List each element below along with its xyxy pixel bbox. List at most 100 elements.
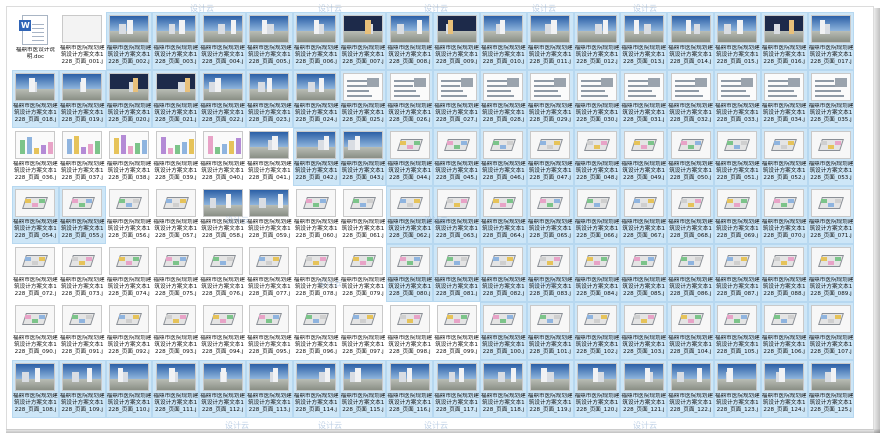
- file-item-jpg[interactable]: 福鼎市医院规划建筑设计方案文本1228_页面_053.jpg: [807, 128, 855, 186]
- file-item-jpg[interactable]: 福鼎市医院规划建筑设计方案文本1228_页面_106.jpg: [760, 302, 808, 360]
- file-item-jpg[interactable]: 福鼎市医院规划建筑设计方案文本1228_页面_061.jpg: [341, 187, 386, 243]
- file-item-jpg[interactable]: 福鼎市医院规划建筑设计方案文本1228_页面_085.jpg: [620, 244, 668, 302]
- file-item-jpg[interactable]: 福鼎市医院规划建筑设计方案文本1228_页面_026.jpg: [386, 70, 434, 128]
- file-item-jpg[interactable]: 福鼎市医院规划建筑设计方案文本1228_页面_094.jpg: [200, 303, 245, 359]
- file-item-jpg[interactable]: 福鼎市医院规划建筑设计方案文本1228_页面_048.jpg: [573, 128, 621, 186]
- file-item-jpg[interactable]: 福鼎市医院规划建筑设计方案文本1228_页面_008.jpg: [386, 12, 434, 70]
- file-item-jpg[interactable]: 福鼎市医院规划建筑设计方案文本1228_页面_054.jpg: [12, 186, 59, 244]
- file-item-jpg[interactable]: 福鼎市医院规划建筑设计方案文本1228_页面_084.jpg: [573, 244, 621, 302]
- file-item-jpg[interactable]: 福鼎市医院规划建筑设计方案文本1228_页面_055.jpg: [58, 186, 106, 244]
- file-item-jpg[interactable]: 福鼎市医院规划建筑设计方案文本1228_页面_007.jpg: [339, 12, 387, 70]
- file-item-jpg[interactable]: 福鼎市医院规划建筑设计方案文本1228_页面_105.jpg: [713, 302, 761, 360]
- file-item-jpg[interactable]: 福鼎市医院规划建筑设计方案文本1228_页面_120.jpg: [573, 360, 621, 418]
- file-item-jpg[interactable]: 福鼎市医院规划建筑设计方案文本1228_页面_112.jpg: [199, 360, 246, 418]
- file-item-jpg[interactable]: 福鼎市医院规划建筑设计方案文本1228_页面_103.jpg: [620, 302, 668, 360]
- file-item-jpg[interactable]: 福鼎市医院规划建筑设计方案文本1228_页面_040.jpg: [200, 129, 245, 185]
- file-item-jpg[interactable]: 福鼎市医院规划建筑设计方案文本1228_页面_114.jpg: [292, 360, 340, 418]
- file-item-jpg[interactable]: 福鼎市医院规划建筑设计方案文本1228_页面_083.jpg: [526, 244, 574, 302]
- file-item-jpg[interactable]: 福鼎市医院规划建筑设计方案文本1228_页面_122.jpg: [667, 360, 714, 418]
- file-item-jpg[interactable]: 福鼎市医院规划建筑设计方案文本1228_页面_107.jpg: [807, 302, 855, 360]
- file-item-jpg[interactable]: 福鼎市医院规划建筑设计方案文本1228_页面_031.jpg: [620, 70, 668, 128]
- file-item-doc[interactable]: W 福鼎市医设计说明.doc: [13, 13, 58, 69]
- file-item-jpg[interactable]: 福鼎市医院规划建筑设计方案文本1228_页面_082.jpg: [479, 244, 527, 302]
- file-item-jpg[interactable]: 福鼎市医院规划建筑设计方案文本1228_页面_064.jpg: [479, 186, 527, 244]
- file-item-jpg[interactable]: 福鼎市医院规划建筑设计方案文本1228_页面_006.jpg: [292, 12, 340, 70]
- file-item-jpg[interactable]: 福鼎市医院规划建筑设计方案文本1228_页面_050.jpg: [667, 128, 714, 186]
- file-item-jpg[interactable]: 福鼎市医院规划建筑设计方案文本1228_页面_118.jpg: [479, 360, 527, 418]
- file-item-jpg[interactable]: 福鼎市医院规划建筑设计方案文本1228_页面_003.jpg: [152, 12, 200, 70]
- file-item-jpg[interactable]: 福鼎市医院规划建筑设计方案文本1228_页面_011.jpg: [526, 12, 574, 70]
- file-item-jpg[interactable]: 福鼎市医院规划建筑设计方案文本1228_页面_030.jpg: [573, 70, 621, 128]
- file-item-jpg[interactable]: 福鼎市医院规划建筑设计方案文本1228_页面_034.jpg: [760, 70, 808, 128]
- file-item-jpg[interactable]: 福鼎市医院规划建筑设计方案文本1228_页面_116.jpg: [386, 360, 434, 418]
- file-item-jpg[interactable]: 福鼎市医院规划建筑设计方案文本1228_页面_091.jpg: [60, 303, 105, 359]
- file-item-jpg[interactable]: 福鼎市医院规划建筑设计方案文本1228_页面_044.jpg: [386, 128, 434, 186]
- file-item-jpg[interactable]: 福鼎市医院规划建筑设计方案文本1228_页面_101.jpg: [526, 302, 574, 360]
- file-item-jpg[interactable]: 福鼎市医院规划建筑设计方案文本1228_页面_090.jpg: [13, 303, 58, 359]
- file-item-jpg[interactable]: 福鼎市医院规划建筑设计方案文本1228_页面_109.jpg: [58, 360, 106, 418]
- file-item-jpg[interactable]: 福鼎市医院规划建筑设计方案文本1228_页面_060.jpg: [294, 187, 339, 243]
- file-item-jpg[interactable]: 福鼎市医院规划建筑设计方案文本1228_页面_018.jpg: [12, 70, 59, 128]
- file-item-jpg[interactable]: 福鼎市医院规划建筑设计方案文本1228_页面_108.jpg: [12, 360, 59, 418]
- file-item-jpg[interactable]: 福鼎市医院规划建筑设计方案文本1228_页面_102.jpg: [573, 302, 621, 360]
- file-item-jpg[interactable]: 福鼎市医院规划建筑设计方案文本1228_页面_068.jpg: [667, 186, 714, 244]
- file-item-jpg[interactable]: 福鼎市医院规划建筑设计方案文本1228_页面_123.jpg: [713, 360, 761, 418]
- file-item-jpg[interactable]: 福鼎市医院规划建筑设计方案文本1228_页面_002.jpg: [105, 12, 153, 70]
- file-item-jpg[interactable]: 福鼎市医院规划建筑设计方案文本1228_页面_036.jpg: [13, 129, 58, 185]
- file-item-jpg[interactable]: 福鼎市医院规划建筑设计方案文本1228_页面_005.jpg: [245, 12, 293, 70]
- file-item-jpg[interactable]: 福鼎市医院规划建筑设计方案文本1228_页面_028.jpg: [479, 70, 527, 128]
- file-item-jpg[interactable]: 福鼎市医院规划建筑设计方案文本1228_页面_043.jpg: [339, 128, 387, 186]
- file-item-jpg[interactable]: 福鼎市医院规划建筑设计方案文本1228_页面_021.jpg: [152, 70, 200, 128]
- file-item-jpg[interactable]: 福鼎市医院规划建筑设计方案文本1228_页面_056.jpg: [107, 187, 152, 243]
- file-item-jpg[interactable]: 福鼎市医院规划建筑设计方案文本1228_页面_098.jpg: [387, 303, 432, 359]
- file-item-jpg[interactable]: 福鼎市医院规划建筑设计方案文本1228_页面_004.jpg: [199, 12, 246, 70]
- file-item-jpg[interactable]: 福鼎市医院规划建筑设计方案文本1228_页面_078.jpg: [294, 245, 339, 301]
- file-item-jpg[interactable]: 福鼎市医院规划建筑设计方案文本1228_页面_024.jpg: [292, 70, 340, 128]
- file-item-jpg[interactable]: 福鼎市医院规划建筑设计方案文本1228_页面_042.jpg: [292, 128, 340, 186]
- file-item-jpg[interactable]: 福鼎市医院规划建筑设计方案文本1228_页面_086.jpg: [667, 244, 714, 302]
- file-item-jpg[interactable]: 福鼎市医院规划建筑设计方案文本1228_页面_037.jpg: [60, 129, 105, 185]
- file-item-jpg[interactable]: 福鼎市医院规划建筑设计方案文本1228_页面_070.jpg: [760, 186, 808, 244]
- file-item-jpg[interactable]: 福鼎市医院规划建筑设计方案文本1228_页面_089.jpg: [807, 244, 855, 302]
- file-item-jpg[interactable]: 福鼎市医院规划建筑设计方案文本1228_页面_099.jpg: [434, 303, 479, 359]
- file-item-jpg[interactable]: 福鼎市医院规划建筑设计方案文本1228_页面_022.jpg: [199, 70, 246, 128]
- file-item-jpg[interactable]: 福鼎市医院规划建筑设计方案文本1228_页面_069.jpg: [713, 186, 761, 244]
- file-item-jpg[interactable]: 福鼎市医院规划建筑设计方案文本1228_页面_093.jpg: [153, 303, 198, 359]
- file-item-jpg[interactable]: 福鼎市医院规划建筑设计方案文本1228_页面_023.jpg: [245, 70, 293, 128]
- file-item-jpg[interactable]: 福鼎市医院规划建筑设计方案文本1228_页面_096.jpg: [294, 303, 339, 359]
- file-item-jpg[interactable]: 福鼎市医院规划建筑设计方案文本1228_页面_019.jpg: [58, 70, 106, 128]
- file-item-jpg[interactable]: 福鼎市医院规划建筑设计方案文本1228_页面_079.jpg: [341, 245, 386, 301]
- file-item-jpg[interactable]: 福鼎市医院规划建筑设计方案文本1228_页面_111.jpg: [152, 360, 200, 418]
- file-item-jpg[interactable]: 福鼎市医院规划建筑设计方案文本1228_页面_088.jpg: [760, 244, 808, 302]
- file-item-jpg[interactable]: 福鼎市医院规划建筑设计方案文本1228_页面_017.jpg: [807, 12, 855, 70]
- file-item-jpg[interactable]: 福鼎市医院规划建筑设计方案文本1228_页面_013.jpg: [620, 12, 668, 70]
- file-item-jpg[interactable]: 福鼎市医院规划建筑设计方案文本1228_页面_027.jpg: [433, 70, 480, 128]
- file-item-jpg[interactable]: 福鼎市医院规划建筑设计方案文本1228_页面_117.jpg: [433, 360, 480, 418]
- file-item-jpg[interactable]: 福鼎市医院规划建筑设计方案文本1228_页面_014.jpg: [667, 12, 714, 70]
- file-item-jpg[interactable]: 福鼎市医院规划建筑设计方案文本1228_页面_015.jpg: [713, 12, 761, 70]
- file-item-jpg[interactable]: 福鼎市医院规划建筑设计方案文本1228_页面_032.jpg: [667, 70, 714, 128]
- file-item-jpg[interactable]: 福鼎市医院规划建筑设计方案文本1228_页面_065.jpg: [526, 186, 574, 244]
- file-item-jpg[interactable]: 福鼎市医院规划建筑设计方案文本1228_页面_047.jpg: [526, 128, 574, 186]
- file-item-jpg[interactable]: 福鼎市医院规划建筑设计方案文本1228_页面_115.jpg: [339, 360, 387, 418]
- file-item-jpg[interactable]: 福鼎市医院规划建筑设计方案文本1228_页面_058.jpg: [200, 187, 245, 243]
- file-item-jpg[interactable]: 福鼎市医院规划建筑设计方案文本1228_页面_051.jpg: [713, 128, 761, 186]
- file-item-jpg[interactable]: 福鼎市医院规划建筑设计方案文本1228_页面_057.jpg: [153, 187, 198, 243]
- file-item-jpg[interactable]: 福鼎市医院规划建筑设计方案文本1228_页面_080.jpg: [386, 244, 434, 302]
- file-item-jpg[interactable]: 福鼎市医院规划建筑设计方案文本1228_页面_075.jpg: [153, 245, 198, 301]
- file-item-jpg[interactable]: 福鼎市医院规划建筑设计方案文本1228_页面_025.jpg: [339, 70, 387, 128]
- file-item-jpg[interactable]: 福鼎市医院规划建筑设计方案文本1228_页面_038.jpg: [107, 129, 152, 185]
- file-item-jpg[interactable]: 福鼎市医院规划建筑设计方案文本1228_页面_009.jpg: [433, 12, 480, 70]
- file-item-jpg[interactable]: 福鼎市医院规划建筑设计方案文本1228_页面_041.jpg: [247, 129, 292, 185]
- file-item-jpg[interactable]: 福鼎市医院规划建筑设计方案文本1228_页面_066.jpg: [573, 186, 621, 244]
- file-item-jpg[interactable]: 福鼎市医院规划建筑设计方案文本1228_页面_100.jpg: [479, 302, 527, 360]
- file-item-jpg[interactable]: 福鼎市医院规划建筑设计方案文本1228_页面_072.jpg: [13, 245, 58, 301]
- file-item-jpg[interactable]: 福鼎市医院规划建筑设计方案文本1228_页面_087.jpg: [713, 244, 761, 302]
- file-item-jpg[interactable]: 福鼎市医院规划建筑设计方案文本1228_页面_020.jpg: [105, 70, 153, 128]
- file-item-jpg[interactable]: 福鼎市医院规划建筑设计方案文本1228_页面_033.jpg: [713, 70, 761, 128]
- file-item-jpg[interactable]: 福鼎市医院规划建筑设计方案文本1228_页面_067.jpg: [620, 186, 668, 244]
- file-item-jpg[interactable]: 福鼎市医院规划建筑设计方案文本1228_页面_097.jpg: [341, 303, 386, 359]
- file-item-jpg[interactable]: 福鼎市医院规划建筑设计方案文本1228_页面_074.jpg: [107, 245, 152, 301]
- file-item-jpg[interactable]: 福鼎市医院规划建筑设计方案文本1228_页面_124.jpg: [760, 360, 808, 418]
- file-item-jpg[interactable]: 福鼎市医院规划建筑设计方案文本1228_页面_081.jpg: [433, 244, 480, 302]
